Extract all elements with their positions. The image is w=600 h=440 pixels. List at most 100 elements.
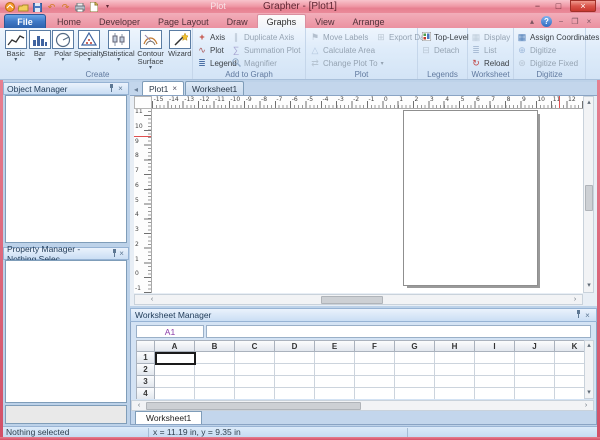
- maximize-button[interactable]: □: [549, 0, 568, 12]
- magnifier-button[interactable]: Magnifier: [231, 57, 277, 69]
- digitize-button[interactable]: ⊕ Digitize: [517, 44, 556, 56]
- scroll-down-icon[interactable]: ▾: [584, 388, 594, 398]
- tab-draw[interactable]: Draw: [218, 14, 257, 29]
- move-labels-button[interactable]: ⚑ Move Labels: [310, 31, 368, 43]
- bar-button[interactable]: Bar ▾: [28, 30, 51, 63]
- tab-graphs[interactable]: Graphs: [257, 14, 307, 29]
- page-outline[interactable]: [403, 110, 538, 286]
- column-header-K[interactable]: K: [555, 340, 584, 352]
- scroll-up-icon[interactable]: ▴: [584, 98, 594, 108]
- document-tab-worksheet1[interactable]: Worksheet1: [185, 81, 244, 95]
- worksheet-cells[interactable]: [155, 352, 584, 399]
- document-tab-plot1[interactable]: Plot1 ×: [142, 81, 184, 95]
- row-header-1[interactable]: 1: [136, 352, 155, 364]
- ruler-corner: [134, 96, 152, 109]
- change-plot-to-button[interactable]: ⇄ Change Plot To ▾: [310, 57, 384, 69]
- tab-home[interactable]: Home: [48, 14, 90, 29]
- close-tab-icon[interactable]: ×: [172, 84, 177, 93]
- row-header-4[interactable]: 4: [136, 388, 155, 399]
- canvas-vertical-scrollbar[interactable]: ▴ ▾: [583, 96, 594, 293]
- statistical-button[interactable]: Statistical ▾: [104, 30, 134, 63]
- column-header-H[interactable]: H: [435, 340, 475, 352]
- reload-button[interactable]: ↻ Reload: [471, 57, 509, 69]
- plot-canvas[interactable]: [152, 109, 583, 293]
- duplicate-axis-button[interactable]: ∥ Duplicate Axis: [231, 31, 294, 43]
- column-header-A[interactable]: A: [155, 340, 195, 352]
- top-level-button[interactable]: Top-Level: [421, 31, 469, 43]
- column-header-F[interactable]: F: [355, 340, 395, 352]
- v-ruler-number: 4: [135, 211, 139, 218]
- wizard-button[interactable]: Wizard: [168, 30, 193, 58]
- dropdown-icon: ▾: [381, 60, 384, 67]
- plot-button[interactable]: ∿ Plot: [197, 44, 224, 56]
- column-header-G[interactable]: G: [395, 340, 435, 352]
- pin-icon[interactable]: [107, 84, 116, 94]
- formula-bar[interactable]: [206, 325, 591, 338]
- doc-restore-button[interactable]: ❐: [570, 17, 580, 26]
- scrollbar-thumb[interactable]: [585, 185, 593, 211]
- object-manager-tree[interactable]: [5, 95, 127, 243]
- display-button[interactable]: ▦ Display: [471, 31, 510, 43]
- title-bar: ↶ ↷ ▾ Grapher - [Plot1] Plot − □ ×: [0, 0, 600, 14]
- close-button[interactable]: ×: [570, 0, 596, 12]
- scrollbar-thumb[interactable]: [321, 296, 383, 304]
- doc-close-button[interactable]: ×: [584, 17, 594, 26]
- ribbon-collapse-icon[interactable]: ▴: [527, 17, 537, 26]
- pin-icon[interactable]: [111, 249, 118, 259]
- polar-button[interactable]: Polar ▾: [51, 30, 75, 63]
- scroll-up-icon[interactable]: ▴: [584, 341, 594, 351]
- assign-coordinates-button[interactable]: ▦ Assign Coordinates: [517, 31, 599, 43]
- close-icon[interactable]: ×: [118, 249, 125, 258]
- pin-icon[interactable]: [574, 310, 583, 320]
- h-ruler-number: 6: [476, 96, 480, 103]
- property-manager-header[interactable]: Property Manager - Nothing Selec... ×: [3, 247, 129, 260]
- worksheet-horizontal-scrollbar[interactable]: ‹ ›: [131, 400, 594, 411]
- tab-view[interactable]: View: [306, 14, 343, 29]
- v-ruler-number: 1: [135, 256, 139, 263]
- worksheet-grid[interactable]: ABCDEFGHIJK 1234: [136, 340, 584, 399]
- row-header-2[interactable]: 2: [136, 364, 155, 376]
- digitize-fixed-button[interactable]: ⊛ Digitize Fixed: [517, 57, 578, 69]
- help-icon[interactable]: ?: [541, 16, 552, 27]
- calculate-area-button[interactable]: △ Calculate Area: [310, 44, 375, 56]
- row-header-3[interactable]: 3: [136, 376, 155, 388]
- tab-arrange[interactable]: Arrange: [343, 14, 393, 29]
- close-icon[interactable]: ×: [116, 84, 125, 93]
- select-all-corner[interactable]: [136, 340, 155, 352]
- worksheet-manager-header[interactable]: Worksheet Manager ×: [130, 308, 597, 322]
- summation-plot-button[interactable]: ∑ Summation Plot: [231, 44, 300, 56]
- scroll-left-icon[interactable]: ‹: [147, 295, 157, 305]
- column-header-E[interactable]: E: [315, 340, 355, 352]
- selected-cell-a1[interactable]: [155, 352, 196, 365]
- worksheet1-tab[interactable]: Worksheet1: [135, 411, 202, 424]
- tab-page-layout[interactable]: Page Layout: [149, 14, 218, 29]
- worksheet-vertical-scrollbar[interactable]: ▴ ▾: [584, 340, 594, 399]
- column-header-C[interactable]: C: [235, 340, 275, 352]
- property-manager-grid[interactable]: [5, 260, 127, 403]
- detach-button[interactable]: ⊟ Detach: [421, 44, 459, 56]
- doc-minimize-button[interactable]: −: [556, 17, 566, 26]
- scroll-down-icon[interactable]: ▾: [584, 281, 594, 291]
- minimize-button[interactable]: −: [528, 0, 547, 12]
- basic-button[interactable]: Basic ▾: [3, 30, 28, 63]
- object-manager-header[interactable]: Object Manager ×: [3, 82, 129, 95]
- scrollbar-thumb[interactable]: [146, 402, 361, 410]
- column-header-I[interactable]: I: [475, 340, 515, 352]
- tab-developer[interactable]: Developer: [90, 14, 149, 29]
- file-menu-button[interactable]: File: [4, 14, 46, 29]
- scroll-left-icon[interactable]: ‹: [134, 401, 144, 411]
- close-icon[interactable]: ×: [583, 311, 592, 320]
- cell-name-box[interactable]: A1: [136, 325, 204, 338]
- contour-surface-button[interactable]: Contour Surface ▾: [134, 30, 168, 71]
- canvas-horizontal-scrollbar[interactable]: ‹ ›: [134, 294, 583, 305]
- specialty-button[interactable]: Specialty ▾: [75, 30, 104, 63]
- scroll-right-icon[interactable]: ›: [570, 295, 580, 305]
- basic-chart-icon: [5, 30, 27, 49]
- tab-scroll-left-icon[interactable]: ◂: [130, 83, 142, 95]
- column-header-B[interactable]: B: [195, 340, 235, 352]
- scroll-right-icon[interactable]: ›: [581, 401, 591, 411]
- list-button[interactable]: ≣ List: [471, 44, 496, 56]
- column-header-D[interactable]: D: [275, 340, 315, 352]
- axis-button[interactable]: + Axis: [197, 31, 225, 43]
- column-header-J[interactable]: J: [515, 340, 555, 352]
